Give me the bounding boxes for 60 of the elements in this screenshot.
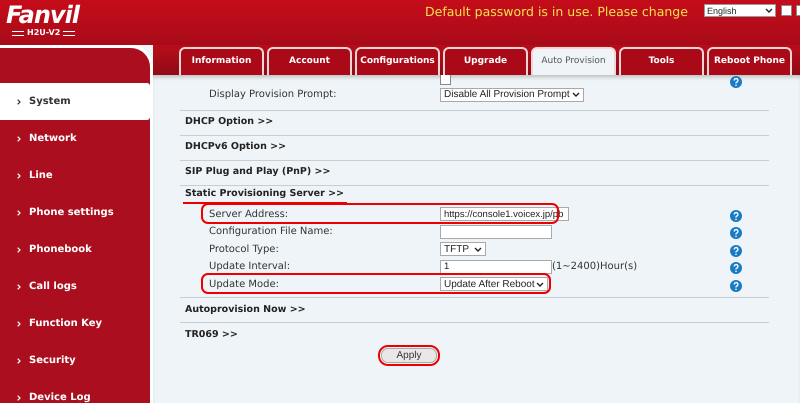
field-label: Update Interval: bbox=[209, 260, 292, 274]
sidebar-item[interactable]: System bbox=[0, 83, 150, 120]
field-label: Display Provision Prompt: bbox=[209, 88, 338, 102]
tab[interactable]: Reboot Phone bbox=[707, 47, 792, 75]
sidebar-item[interactable]: Security bbox=[0, 342, 150, 379]
chevron-icon bbox=[17, 172, 21, 178]
section-link[interactable]: DHCPv6 Option >> bbox=[185, 140, 286, 155]
section-link[interactable]: TR069 >> bbox=[185, 328, 238, 342]
sidebar-item[interactable]: Phonebook bbox=[0, 231, 150, 268]
chevron-icon bbox=[17, 98, 21, 104]
input-field[interactable]: 1 bbox=[440, 260, 552, 274]
field-label: Protocol Type: bbox=[209, 242, 280, 257]
apply-button[interactable]: Apply bbox=[381, 348, 437, 363]
checkbox[interactable] bbox=[440, 75, 451, 84]
chevron-icon bbox=[17, 284, 21, 290]
language-select[interactable]: English bbox=[704, 4, 776, 17]
tab[interactable]: Tools bbox=[619, 47, 704, 75]
tab[interactable]: Information bbox=[179, 47, 264, 75]
help-icon[interactable] bbox=[730, 244, 742, 256]
model-label: H2U-V2 bbox=[27, 28, 60, 38]
caret-icon bbox=[765, 8, 773, 13]
chevron-icon bbox=[17, 136, 21, 142]
tab[interactable]: Auto Provision bbox=[531, 47, 616, 75]
sidebar-item[interactable]: Line bbox=[0, 157, 150, 194]
section-link[interactable]: DHCP Option >> bbox=[185, 115, 274, 130]
caret-icon bbox=[536, 282, 544, 287]
field-label: Configuration File Name: bbox=[209, 225, 334, 240]
caret-icon bbox=[572, 92, 580, 98]
sidebar-item[interactable]: Phone settings bbox=[0, 194, 150, 231]
sidebar-item[interactable]: Network bbox=[0, 120, 150, 157]
tab[interactable]: Configurations bbox=[355, 47, 440, 75]
help-icon[interactable] bbox=[730, 261, 742, 273]
section-link[interactable]: Static Provisioning Server >> bbox=[183, 186, 347, 204]
tab[interactable]: Upgrade bbox=[443, 47, 528, 75]
select-field[interactable]: Disable All Provision Prompt bbox=[440, 88, 584, 102]
chevron-icon bbox=[17, 394, 21, 400]
section-link[interactable]: Autoprovision Now >> bbox=[185, 302, 306, 318]
select-field[interactable]: TFTP bbox=[440, 242, 486, 256]
password-warning: Default password is in use. Please change bbox=[425, 3, 688, 21]
sidebar-item[interactable]: Function Key bbox=[0, 305, 150, 342]
select-field[interactable]: Update After Reboot bbox=[440, 277, 548, 292]
help-icon[interactable] bbox=[730, 226, 742, 238]
section-link[interactable]: SIP Plug and Play (PnP) >> bbox=[185, 165, 330, 180]
tab[interactable]: Account bbox=[267, 47, 352, 75]
input-field[interactable] bbox=[440, 224, 552, 239]
help-icon[interactable] bbox=[730, 208, 742, 220]
sidebar-item[interactable]: Device Log bbox=[0, 379, 150, 403]
sidebar-item[interactable]: Call logs bbox=[0, 268, 150, 305]
field-label: Server Address: bbox=[209, 208, 290, 222]
help-icon[interactable] bbox=[730, 75, 742, 87]
chevron-icon bbox=[17, 210, 21, 216]
chevron-icon bbox=[17, 358, 21, 364]
brand-logo: Fanvil bbox=[6, 2, 80, 28]
caret-icon bbox=[474, 246, 482, 252]
unit-label: (1~2400)Hour(s) bbox=[552, 260, 638, 274]
checkbox[interactable] bbox=[781, 5, 792, 16]
chevron-icon bbox=[17, 320, 21, 326]
chevron-icon bbox=[17, 246, 21, 252]
field-label: Update Mode: bbox=[209, 278, 280, 292]
help-icon[interactable] bbox=[730, 278, 742, 290]
